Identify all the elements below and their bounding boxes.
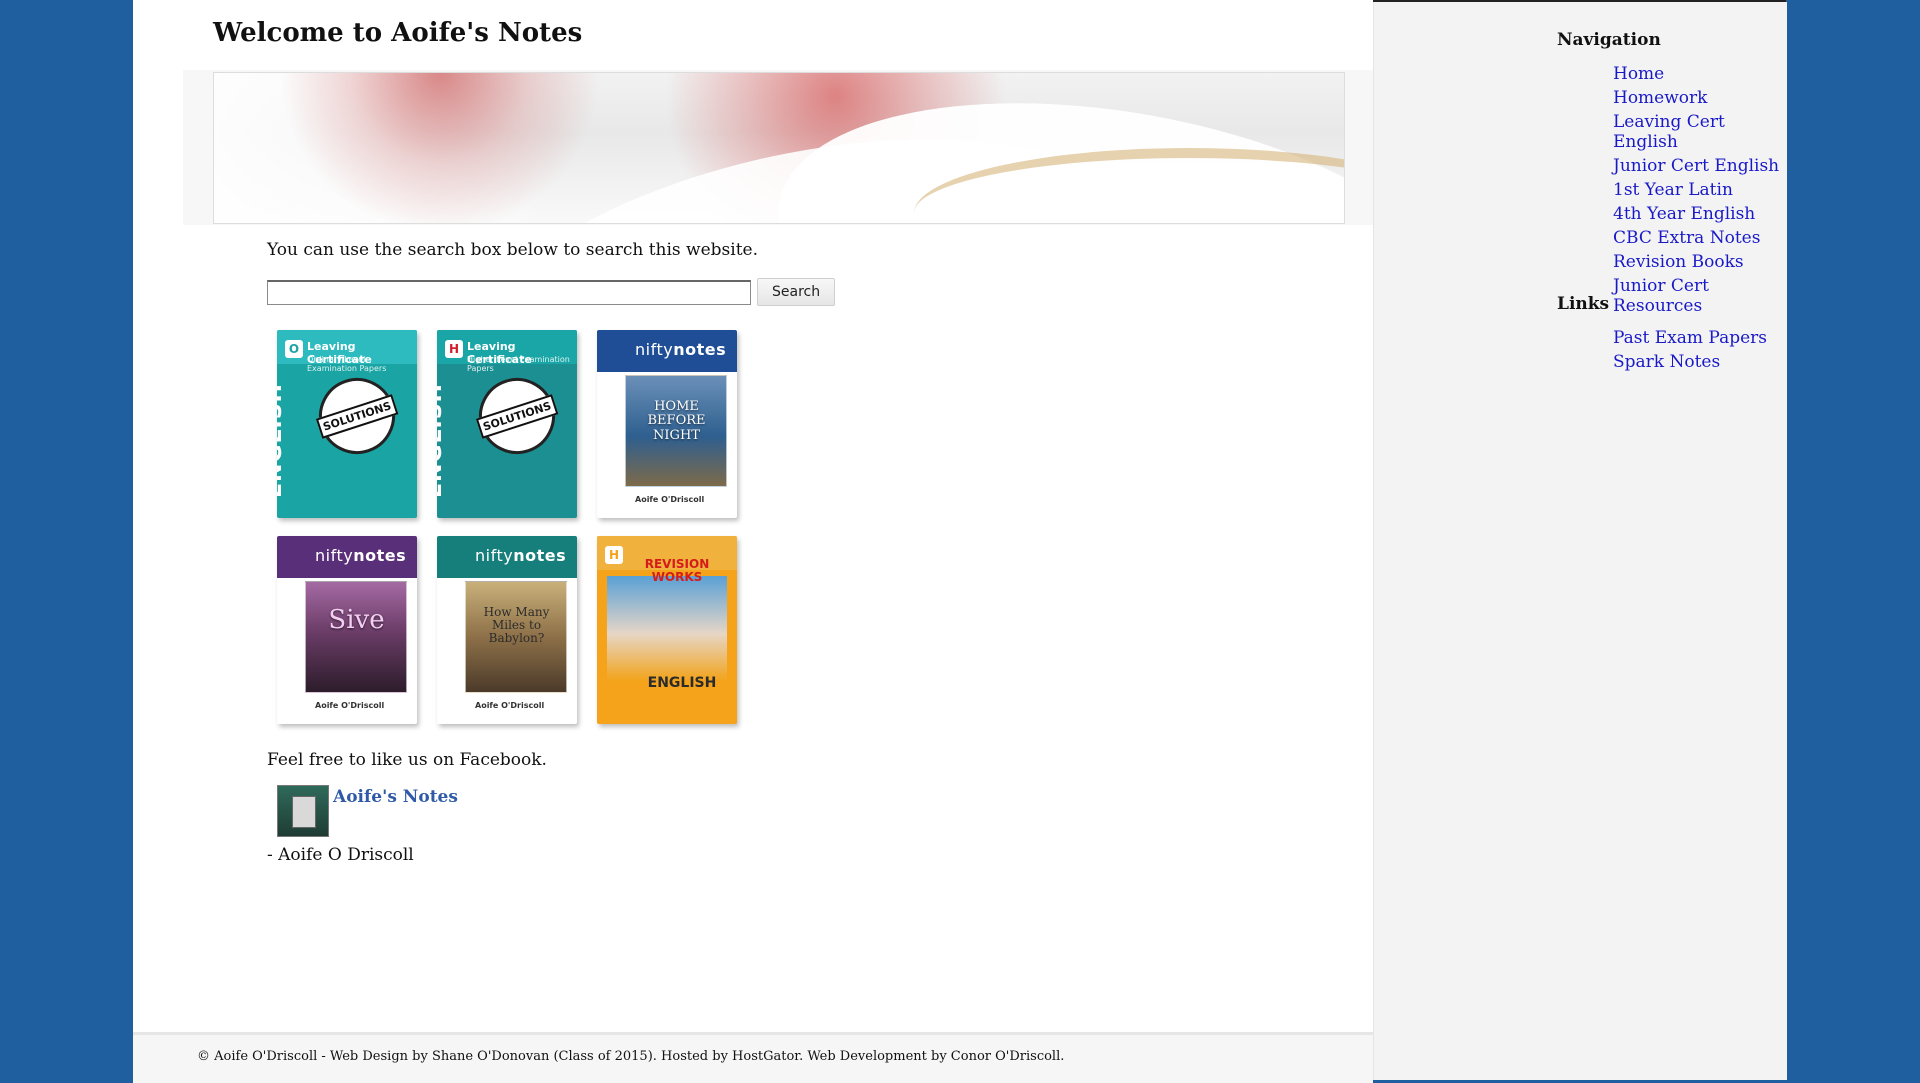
- book-brand: niftynotes: [315, 546, 406, 565]
- brand-light: nifty: [315, 546, 354, 565]
- banner-image: [213, 72, 1345, 224]
- brand-bold: notes: [353, 546, 407, 565]
- book-subject: ENGLISH: [437, 383, 447, 498]
- brand-light: nifty: [635, 340, 674, 359]
- nav-link-junior-cert-english[interactable]: Junior Cert English: [1613, 156, 1779, 176]
- links-list: Past Exam Papers Spark Notes: [1613, 328, 1767, 376]
- nav-link-1st-year-latin[interactable]: 1st Year Latin: [1613, 180, 1733, 200]
- navigation-list: Home Homework Leaving Cert English Junio…: [1613, 64, 1787, 320]
- book-cover[interactable]: niftynotes How Many Miles to Babylon? Ao…: [437, 536, 577, 724]
- nav-item: Home: [1613, 64, 1787, 84]
- search-intro-text: You can use the search box below to sear…: [267, 240, 759, 260]
- nav-link-homework[interactable]: Homework: [1613, 88, 1707, 108]
- nav-link-cbc-extra-notes[interactable]: CBC Extra Notes: [1613, 228, 1760, 248]
- nav-item: Leaving Cert English: [1613, 112, 1787, 152]
- main-content: Welcome to Aoife's Notes You can use the…: [133, 0, 1373, 1083]
- book-brand: niftynotes: [635, 340, 726, 359]
- nav-link-junior-cert-resources[interactable]: Junior Cert Resources: [1613, 276, 1709, 316]
- book-title: REVISION WORKS: [644, 557, 710, 585]
- footer: © Aoife O'Driscoll - Web Design by Shane…: [133, 1032, 1373, 1083]
- search-input[interactable]: [267, 279, 751, 305]
- nav-link-home[interactable]: Home: [1613, 64, 1664, 84]
- facebook-text: Feel free to like us on Facebook.: [267, 750, 547, 770]
- facebook-page-row: Aoife's Notes: [277, 785, 458, 837]
- nav-item: Junior Cert English: [1613, 156, 1787, 176]
- link-past-exam-papers[interactable]: Past Exam Papers: [1613, 328, 1767, 348]
- facebook-thumbnail[interactable]: [277, 785, 329, 837]
- nav-item: 4th Year English: [1613, 204, 1787, 224]
- book-title: How Many Miles to Babylon?: [483, 605, 550, 646]
- nav-item: 1st Year Latin: [1613, 180, 1787, 200]
- sidebar: Navigation Home Homework Leaving Cert En…: [1373, 2, 1787, 1080]
- book-subject: ENGLISH: [277, 383, 287, 498]
- level-badge: O: [285, 340, 303, 358]
- book-cover[interactable]: O Leaving Certificate Ordinary Level Exa…: [277, 330, 417, 518]
- book-author: Aoife O'Driscoll: [475, 701, 545, 710]
- cover-photo: [305, 581, 407, 693]
- nav-link-leaving-cert-english[interactable]: Leaving Cert English: [1613, 112, 1725, 152]
- brand-bold: notes: [673, 340, 727, 359]
- book-cover[interactable]: niftynotes HOME BEFORE NIGHT Aoife O'Dri…: [597, 330, 737, 518]
- solutions-seal: SOLUTIONS: [469, 368, 565, 464]
- links-title: Links: [1557, 294, 1610, 314]
- book-author: Aoife O'Driscoll: [635, 495, 705, 504]
- cover-photo: [607, 576, 727, 681]
- nav-item: Revision Books: [1613, 252, 1787, 272]
- links-item: Spark Notes: [1613, 352, 1767, 372]
- search-button[interactable]: Search: [757, 278, 836, 306]
- page: Welcome to Aoife's Notes You can use the…: [133, 0, 1787, 1083]
- book-brand: niftynotes: [475, 546, 566, 565]
- facebook-page-link[interactable]: Aoife's Notes: [333, 787, 458, 807]
- nav-item: CBC Extra Notes: [1613, 228, 1787, 248]
- site-title: Welcome to Aoife's Notes: [213, 18, 583, 48]
- navigation-title: Navigation: [1557, 30, 1661, 50]
- nav-item: Homework: [1613, 88, 1787, 108]
- nav-link-4th-year-english[interactable]: 4th Year English: [1613, 204, 1755, 224]
- nav-item: Junior Cert Resources: [1613, 276, 1787, 316]
- link-spark-notes[interactable]: Spark Notes: [1613, 352, 1720, 372]
- seal-text: SOLUTIONS: [315, 393, 399, 439]
- level-badge: H: [445, 340, 463, 358]
- solutions-seal: SOLUTIONS: [309, 368, 405, 464]
- brand-light: nifty: [475, 546, 514, 565]
- book-cover[interactable]: H Leaving Certificate Higher Level Exami…: [437, 330, 577, 518]
- book-title: HOME BEFORE NIGHT: [647, 399, 706, 443]
- book-subtitle: Higher Level Examination Papers: [467, 355, 570, 373]
- book-cover[interactable]: H REVISION WORKS ENGLISH: [597, 536, 737, 724]
- search-row: Search: [267, 278, 836, 306]
- book-subject: ENGLISH: [647, 675, 717, 691]
- brand-bold: notes: [513, 546, 567, 565]
- book-title: Sive: [328, 605, 385, 635]
- signature: - Aoife O Driscoll: [267, 845, 414, 865]
- links-item: Past Exam Papers: [1613, 328, 1767, 348]
- seal-text: SOLUTIONS: [475, 393, 559, 439]
- nav-link-revision-books[interactable]: Revision Books: [1613, 252, 1744, 272]
- level-badge: H: [605, 546, 623, 564]
- footer-text: © Aoife O'Driscoll - Web Design by Shane…: [197, 1049, 1065, 1064]
- content-area: You can use the search box below to sear…: [267, 240, 1167, 865]
- book-gallery: O Leaving Certificate Ordinary Level Exa…: [277, 330, 745, 726]
- book-subtitle: Ordinary Level Examination Papers: [307, 355, 387, 373]
- book-author: Aoife O'Driscoll: [315, 701, 385, 710]
- book-cover[interactable]: niftynotes Sive Aoife O'Driscoll: [277, 536, 417, 724]
